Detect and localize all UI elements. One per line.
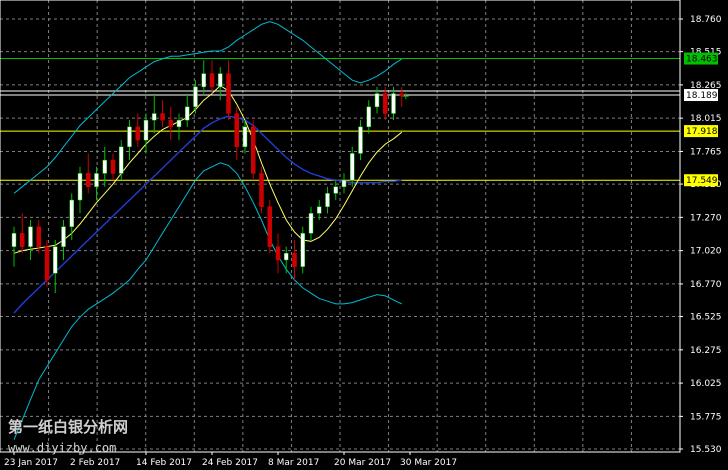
candle-body-12 [110, 159, 116, 174]
y-tick-label-6: 17.270 [690, 213, 722, 223]
candle-body-1 [20, 233, 25, 247]
candle-body-28 [242, 126, 248, 148]
x-tick-label-4: 8 Mar 2017 [268, 458, 319, 468]
candle-body-8 [77, 173, 83, 201]
candle-body-14 [127, 126, 132, 148]
candle-body-11 [102, 159, 107, 174]
candle-body-42 [358, 126, 363, 154]
candle-body-45 [383, 93, 388, 114]
candle-body-17 [152, 113, 157, 121]
candle-body-5 [53, 246, 58, 274]
price-chart: 18.76018.51518.26518.01517.76517.52017.2… [0, 0, 728, 470]
candle-body-31 [267, 206, 272, 247]
candle-body-34 [292, 253, 297, 267]
y-tick-label-10: 16.275 [690, 346, 722, 356]
candle-body-44 [374, 93, 380, 108]
candle-body-21 [185, 106, 190, 121]
x-tick-label-2: 14 Feb 2017 [136, 458, 192, 468]
y-tick-label-13: 15.530 [690, 445, 722, 455]
candle-body-35 [300, 233, 305, 267]
candle-body-15 [135, 126, 140, 141]
candle-body-27 [234, 113, 239, 148]
candle-30 [259, 166, 264, 214]
candle-4 [44, 239, 50, 287]
candle-35 [300, 226, 305, 274]
x-tick-label-5: 20 Mar 2017 [334, 458, 391, 468]
level-label-2: 17.918 [686, 127, 718, 137]
candle-body-38 [325, 193, 330, 207]
candle-body-41 [350, 153, 355, 181]
candle-body-10 [94, 173, 99, 187]
candle-31 [267, 200, 272, 254]
candle-body-18 [160, 113, 165, 121]
candle-body-26 [226, 73, 231, 114]
y-tick-label-4: 17.765 [690, 147, 722, 157]
candle-body-23 [201, 73, 206, 88]
y-tick-label-7: 17.020 [690, 247, 722, 257]
candle-body-46 [391, 93, 396, 114]
y-tick-label-11: 16.025 [690, 379, 722, 389]
watermark-title: 第一纸白银分析网 [8, 418, 128, 436]
candle-body-19 [168, 119, 173, 128]
candle-body-4 [44, 246, 50, 281]
candle-body-20 [176, 119, 182, 128]
candle-body-39 [333, 186, 338, 194]
candle-body-13 [119, 146, 124, 174]
candle-body-2 [28, 226, 33, 247]
y-tick-label-3: 18.015 [690, 114, 722, 124]
candle-body-0 [11, 233, 17, 247]
x-tick-label-0: 23 Jan 2017 [4, 458, 58, 468]
candle-body-24 [209, 73, 215, 88]
candle-body-7 [69, 199, 74, 227]
candle-body-32 [275, 246, 281, 261]
candle-body-25 [218, 73, 223, 88]
y-tick-label-9: 16.525 [690, 313, 722, 323]
candle-body-3 [36, 226, 41, 247]
candle-body-29 [251, 126, 256, 174]
candle-body-40 [341, 179, 347, 187]
candle-body-22 [193, 86, 198, 108]
candle-body-33 [284, 253, 289, 261]
x-tick-label-6: 30 Mar 2017 [400, 458, 457, 468]
level-label-1: 18.189 [686, 91, 718, 101]
x-tick-label-3: 24 Feb 2017 [202, 458, 258, 468]
x-tick-label-1: 2 Feb 2017 [70, 458, 120, 468]
chart-background [0, 0, 728, 470]
candle-body-36 [308, 213, 314, 234]
y-tick-label-8: 16.770 [690, 280, 722, 290]
candle-body-16 [143, 119, 149, 141]
candle-body-43 [366, 106, 371, 128]
candle-body-9 [86, 173, 91, 187]
level-label-3: 17.549 [686, 176, 718, 186]
watermark-url: www.diyizby.com [8, 441, 116, 455]
candle-29 [251, 120, 256, 181]
candle-body-6 [61, 226, 66, 247]
y-tick-label-0: 18.760 [690, 15, 722, 25]
level-label-0: 18.463 [686, 55, 718, 65]
chart-svg: 18.76018.51518.26518.01517.76517.52017.2… [0, 0, 728, 470]
y-tick-label-12: 15.775 [690, 412, 722, 422]
candle-body-37 [317, 206, 322, 214]
candle-body-30 [259, 173, 264, 207]
